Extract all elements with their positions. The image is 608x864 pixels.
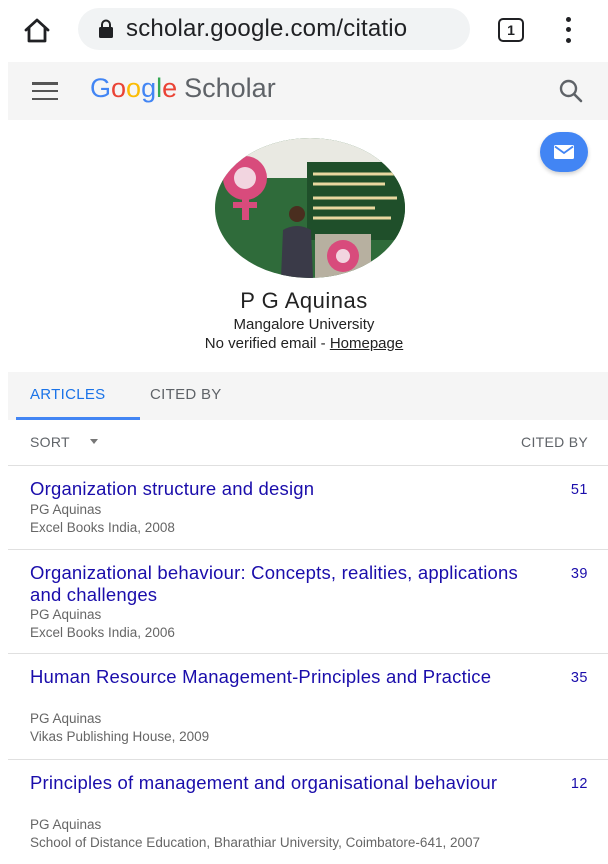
- brand-product: Scholar: [184, 73, 276, 103]
- article-venue: Vikas Publishing House, 2009: [30, 729, 210, 744]
- tab-count: 1: [507, 22, 515, 38]
- article-cited-by-link[interactable]: 39: [571, 566, 588, 582]
- profile-tabs: ARTICLES CITED BY: [8, 372, 608, 420]
- article-row: Organization structure and design PG Aqu…: [8, 466, 608, 550]
- article-title-link[interactable]: Organizational behaviour: Concepts, real…: [30, 562, 530, 606]
- hamburger-menu-icon[interactable]: [32, 82, 58, 100]
- profile-email-line: No verified email - Homepage: [0, 335, 608, 352]
- sort-button[interactable]: SORT: [30, 434, 70, 450]
- article-title-link[interactable]: Principles of management and organisatio…: [30, 772, 530, 794]
- article-authors: PG Aquinas: [30, 607, 102, 622]
- cited-by-column-header: CITED BY: [521, 434, 588, 450]
- profile-photo: [215, 138, 405, 278]
- brand-letter: g: [141, 73, 157, 103]
- overflow-menu-dot: [565, 27, 571, 33]
- article-cited-by-link[interactable]: 35: [571, 670, 588, 686]
- home-button[interactable]: [22, 16, 52, 46]
- tab-cited-by[interactable]: CITED BY: [150, 386, 222, 403]
- article-venue: School of Distance Education, Bharathiar…: [30, 835, 480, 850]
- profile-name: P G Aquinas: [240, 288, 368, 313]
- chevron-down-icon[interactable]: [90, 439, 98, 444]
- sort-row: SORT CITED BY: [8, 420, 608, 466]
- email-button[interactable]: [540, 132, 588, 172]
- email-verification-text: No verified email -: [204, 335, 330, 352]
- home-icon: [24, 18, 50, 43]
- article-authors: PG Aquinas: [30, 502, 102, 517]
- tab-articles[interactable]: ARTICLES: [30, 386, 105, 403]
- article-authors: PG Aquinas: [30, 711, 102, 726]
- article-row: Organizational behaviour: Concepts, real…: [8, 550, 608, 654]
- lock-icon: [99, 19, 113, 38]
- article-title-link[interactable]: Human Resource Management-Principles and…: [30, 666, 530, 688]
- scholar-header: Google Scholar: [8, 62, 608, 120]
- article-row: Principles of management and organisatio…: [8, 760, 608, 864]
- brand-letter: G: [90, 73, 112, 103]
- article-row: Human Resource Management-Principles and…: [8, 654, 608, 760]
- article-venue: Excel Books India, 2006: [30, 625, 175, 640]
- tab-switcher-button[interactable]: 1: [498, 18, 524, 42]
- url-text: scholar.google.com/citatio: [126, 15, 408, 42]
- avatar: [215, 138, 405, 278]
- brand-letter: o: [111, 73, 127, 103]
- email-icon: [554, 145, 574, 159]
- address-bar[interactable]: scholar.google.com/citatio: [78, 8, 470, 50]
- profile-affiliation: Mangalore University: [233, 316, 375, 333]
- article-venue: Excel Books India, 2008: [30, 520, 175, 535]
- brand-letter: e: [162, 73, 178, 103]
- google-scholar-logo[interactable]: Google Scholar: [90, 73, 276, 104]
- article-authors: PG Aquinas: [30, 817, 102, 832]
- browser-toolbar: scholar.google.com/citatio 1: [0, 0, 608, 60]
- brand-letter: o: [126, 73, 142, 103]
- search-icon: [559, 79, 583, 103]
- article-cited-by-link[interactable]: 12: [571, 776, 588, 792]
- article-title-link[interactable]: Organization structure and design: [30, 478, 530, 500]
- homepage-link[interactable]: Homepage: [330, 335, 403, 352]
- search-button[interactable]: [558, 78, 584, 104]
- overflow-menu-icon: [565, 16, 571, 22]
- overflow-menu-dot: [565, 38, 571, 44]
- article-cited-by-link[interactable]: 51: [571, 482, 588, 498]
- overflow-menu-button[interactable]: [558, 14, 578, 46]
